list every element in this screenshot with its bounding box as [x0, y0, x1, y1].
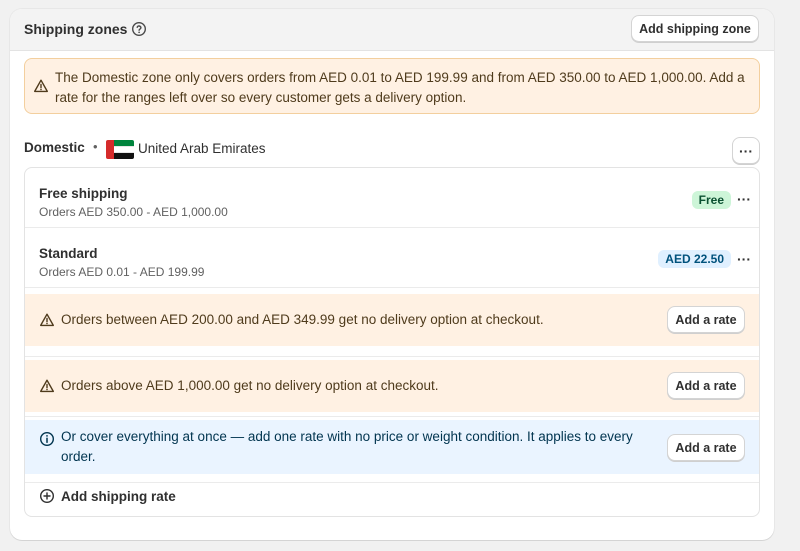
add-shipping-rate-button[interactable]: Add shipping rate — [39, 488, 176, 504]
rate-menu-button[interactable]: ··· — [735, 189, 753, 209]
warning-icon — [39, 312, 55, 328]
zone-country: United Arab Emirates — [138, 141, 266, 156]
rates-list: Free shipping Orders AED 350.00 - AED 1,… — [24, 167, 760, 517]
zone-menu-button[interactable]: ··· — [732, 137, 760, 164]
uae-flag-icon — [106, 140, 134, 159]
help-icon[interactable] — [131, 21, 147, 37]
rate-row-standard[interactable]: Standard Orders AED 0.01 - AED 199.99 AE… — [25, 228, 759, 288]
add-shipping-rate-label: Add shipping rate — [61, 488, 176, 504]
zone-separator: • — [93, 139, 98, 154]
coverage-warning-text: The Domestic zone only covers orders fro… — [55, 70, 745, 105]
info-icon — [39, 431, 55, 447]
rate-row-free-shipping[interactable]: Free shipping Orders AED 350.00 - AED 1,… — [25, 168, 759, 228]
rate-price-badge: Free — [691, 191, 731, 209]
rate-menu-button[interactable]: ··· — [735, 249, 753, 269]
gap-warning-banner: Orders between AED 200.00 and AED 349.99… — [25, 294, 759, 346]
zone-name: Domestic — [24, 140, 85, 155]
rate-price-badge: AED 22.50 — [658, 250, 731, 268]
add-shipping-zone-button[interactable]: Add shipping zone — [631, 15, 759, 42]
warning-icon — [33, 78, 49, 94]
rate-condition: Orders AED 350.00 - AED 1,000.00 — [39, 205, 228, 219]
add-rate-button[interactable]: Add a rate — [667, 306, 745, 333]
plus-circle-icon — [39, 488, 55, 504]
divider — [25, 482, 759, 483]
rate-title: Standard — [39, 246, 98, 261]
card-title: Shipping zones — [24, 21, 147, 37]
shipping-zones-card: Shipping zones Add shipping zone The Dom… — [10, 9, 774, 540]
coverage-warning-banner: The Domestic zone only covers orders fro… — [24, 58, 760, 114]
rate-condition: Orders AED 0.01 - AED 199.99 — [39, 265, 205, 279]
warning-icon — [39, 378, 55, 394]
card-header: Shipping zones Add shipping zone — [10, 9, 774, 51]
divider — [25, 356, 759, 357]
add-rate-button[interactable]: Add a rate — [667, 372, 745, 399]
info-text: Or cover everything at once — add one ra… — [61, 429, 633, 464]
gap-warning-text: Orders above AED 1,000.00 get no deliver… — [61, 378, 439, 393]
rate-title: Free shipping — [39, 186, 128, 201]
info-banner: Or cover everything at once — add one ra… — [25, 420, 759, 474]
zone-header: Domestic • United Arab Emirates ··· — [24, 133, 760, 164]
add-rate-button[interactable]: Add a rate — [667, 434, 745, 461]
divider — [25, 416, 759, 417]
gap-warning-text: Orders between AED 200.00 and AED 349.99… — [61, 312, 544, 327]
gap-warning-banner: Orders above AED 1,000.00 get no deliver… — [25, 360, 759, 412]
card-title-text: Shipping zones — [24, 21, 128, 37]
